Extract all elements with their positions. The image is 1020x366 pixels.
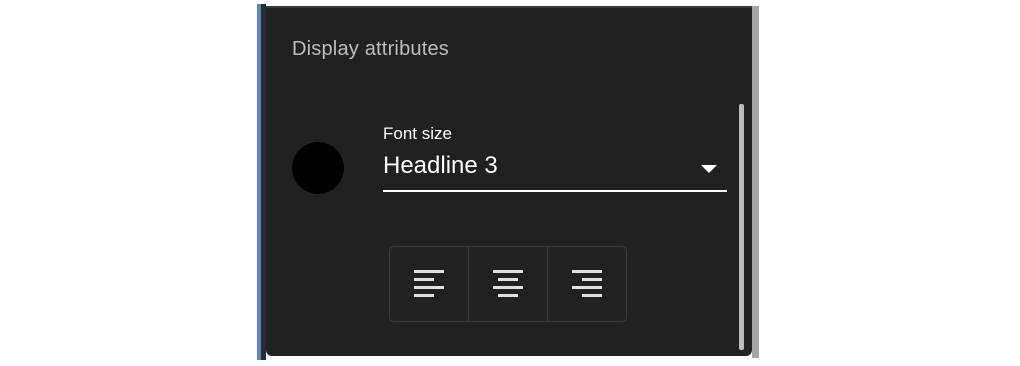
font-size-label: Font size (383, 124, 452, 143)
chevron-down-icon[interactable] (701, 165, 717, 173)
align-center-icon (493, 270, 523, 297)
align-left-icon (414, 270, 444, 297)
screen: Display attributes Font size Headline 3 (0, 0, 1020, 366)
select-underline (383, 190, 727, 192)
display-attributes-panel: Display attributes Font size Headline 3 (266, 6, 752, 356)
text-alignment-group (389, 246, 627, 322)
align-center-button[interactable] (469, 247, 548, 321)
align-right-button[interactable] (548, 247, 626, 321)
align-left-button[interactable] (390, 247, 469, 321)
right-edge-border (752, 6, 759, 358)
font-size-select[interactable]: Font size Headline 3 (383, 120, 727, 194)
align-right-icon (572, 270, 602, 297)
panel-title: Display attributes (292, 38, 449, 60)
scrollbar[interactable] (739, 104, 744, 350)
font-size-value: Headline 3 (383, 152, 498, 179)
color-swatch[interactable] (292, 142, 344, 194)
